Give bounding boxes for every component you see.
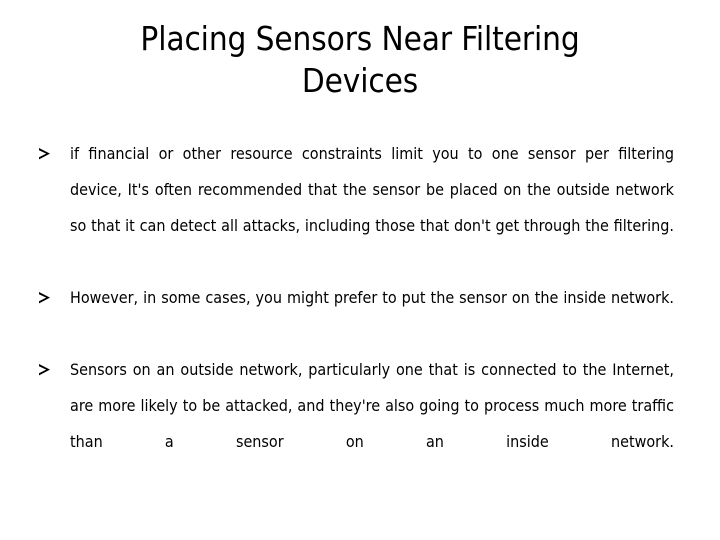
bullet-item-text: if financial or other resource constrain… bbox=[70, 144, 674, 235]
bullet-item: However, in some cases, you might prefer… bbox=[38, 280, 674, 352]
slide-title-line-2: Devices bbox=[301, 61, 419, 100]
bullet-item-text: Sensors on an outside network, particula… bbox=[70, 360, 674, 451]
bullet-item: if financial or other resource constrain… bbox=[38, 136, 674, 280]
arrowhead-bullet-icon bbox=[38, 280, 60, 316]
arrowhead-bullet-icon bbox=[38, 136, 60, 172]
bullet-item-text: However, in some cases, you might prefer… bbox=[70, 288, 674, 307]
bullet-item: Sensors on an outside network, particula… bbox=[38, 352, 674, 496]
slide-body: if financial or other resource constrain… bbox=[38, 136, 674, 496]
arrowhead-bullet-icon bbox=[38, 352, 60, 388]
slide-title: Placing Sensors Near Filtering Devices bbox=[36, 18, 684, 102]
presentation-slide: Placing Sensors Near Filtering Devices i… bbox=[0, 0, 720, 540]
slide-title-line-1: Placing Sensors Near Filtering bbox=[140, 19, 580, 58]
